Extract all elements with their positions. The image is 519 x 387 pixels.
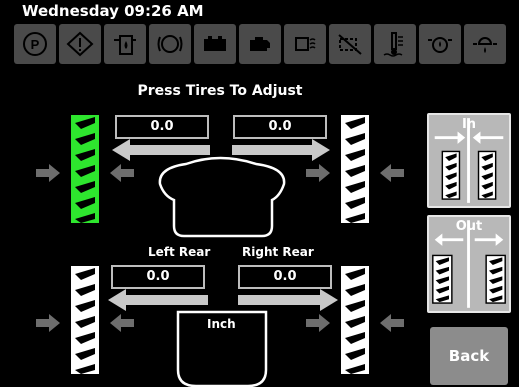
right-rear-label: Right Rear xyxy=(242,245,314,259)
date-time-display: Wednesday 09:26 AM xyxy=(22,2,204,20)
vehicle-hood-outline xyxy=(158,156,286,238)
front-left-value: 0.0 xyxy=(115,115,209,139)
units-label: Inch xyxy=(207,317,236,331)
tire-rear-left[interactable] xyxy=(71,266,99,374)
rear-right-axle-arrow-icon xyxy=(238,289,338,311)
rear-right-outer-arrow-icon xyxy=(380,314,404,332)
in-button[interactable]: In xyxy=(427,113,511,208)
rear-left-axle-arrow-icon xyxy=(108,289,208,311)
dpf-regen-icon xyxy=(329,24,371,64)
engine-icon xyxy=(239,24,281,64)
rear-left-inner-arrow-icon xyxy=(110,314,134,332)
out-button-label: Out xyxy=(455,219,483,234)
indicator-icon-bar: P xyxy=(14,24,514,64)
rear-right-value: 0.0 xyxy=(238,265,332,289)
tire-tread-icon xyxy=(71,115,99,223)
warning-icon xyxy=(59,24,101,64)
rear-left-outer-arrow-icon xyxy=(36,314,60,332)
front-right-inner-arrow-icon xyxy=(306,164,330,182)
tire-tread-icon xyxy=(341,115,369,223)
status-bar: Wednesday 09:26 AM xyxy=(0,0,519,22)
left-rear-label: Left Rear xyxy=(148,245,211,259)
front-left-outer-arrow-icon xyxy=(36,164,60,182)
glow-plug-icon xyxy=(284,24,326,64)
tire-front-right[interactable] xyxy=(341,115,369,223)
page-title: Press Tires To Adjust xyxy=(137,83,303,99)
oil-pressure-icon xyxy=(464,24,506,64)
front-right-axle-arrow-icon xyxy=(232,139,330,161)
parking-brake-icon: P xyxy=(14,24,56,64)
rear-right-inner-arrow-icon xyxy=(306,314,330,332)
battery-icon xyxy=(194,24,236,64)
front-left-inner-arrow-icon xyxy=(110,164,134,182)
coolant-temperature-icon xyxy=(374,24,416,64)
brake-system-icon xyxy=(149,24,191,64)
fuel-filter-icon xyxy=(104,24,146,64)
in-button-label: In xyxy=(461,117,477,132)
front-left-axle-arrow-icon xyxy=(112,139,210,161)
out-button[interactable]: Out xyxy=(427,215,511,313)
front-right-outer-arrow-icon xyxy=(380,164,404,182)
tire-tread-icon xyxy=(71,266,99,374)
hydraulic-oil-icon xyxy=(419,24,461,64)
svg-text:P: P xyxy=(31,37,40,52)
front-right-value: 0.0 xyxy=(233,115,327,139)
rear-left-value: 0.0 xyxy=(111,265,205,289)
back-button[interactable]: Back xyxy=(430,327,508,385)
tire-tread-icon xyxy=(341,266,369,374)
tire-rear-right[interactable] xyxy=(341,266,369,374)
tire-front-left[interactable] xyxy=(71,115,99,223)
